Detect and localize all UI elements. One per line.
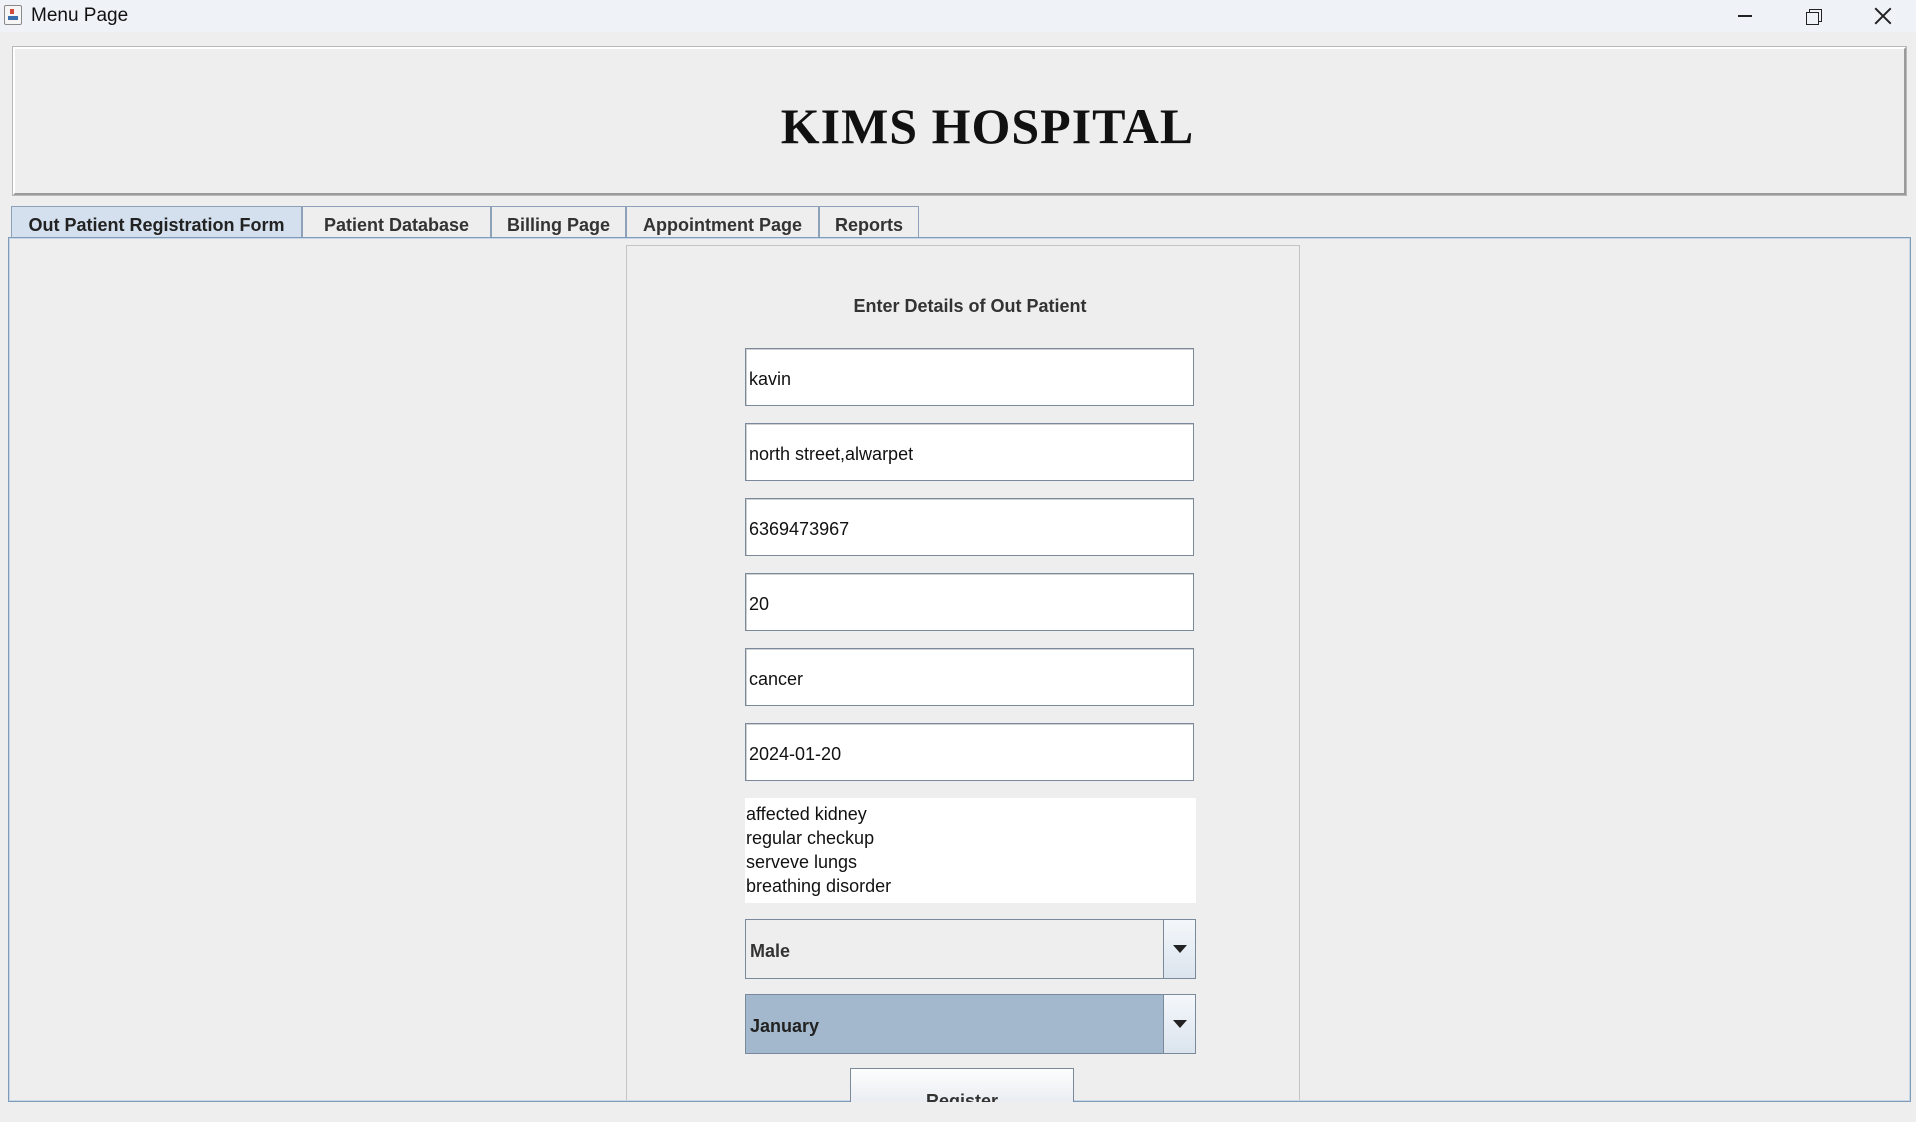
chevron-down-icon [1172,1020,1187,1028]
window-bottom-edge [0,1102,1916,1122]
chevron-down-icon [1172,945,1187,953]
gender-dropdown-button[interactable] [1164,920,1195,978]
tab-billing-page[interactable]: Billing Page [491,206,626,239]
disease-field[interactable]: cancer [745,648,1194,706]
tab-appointment-page[interactable]: Appointment Page [626,206,819,239]
minimize-icon [1738,15,1752,17]
minimize-button[interactable] [1710,0,1780,32]
gender-select-value: Male [746,920,1164,978]
list-item[interactable]: affected kidney [746,802,1196,826]
name-field[interactable]: kavin [745,348,1194,406]
age-field[interactable]: 20 [745,573,1194,631]
window-title: Menu Page [31,5,129,26]
list-item[interactable]: serveve lungs [746,850,1196,874]
address-field[interactable]: north street,alwarpet [745,423,1194,481]
registration-form-panel: Enter Details of Out Patient kavin north… [626,245,1300,1108]
close-button[interactable] [1848,0,1916,32]
month-select-value: January [746,995,1164,1053]
java-app-icon [4,5,22,25]
maximize-button[interactable] [1778,0,1848,32]
hospital-title: KIMS HOSPITAL [780,98,1195,154]
restore-icon [1806,9,1822,25]
close-icon [1874,7,1892,25]
header-panel: KIMS HOSPITAL [12,46,1907,196]
list-item[interactable]: regular checkup [746,826,1196,850]
tab-reports[interactable]: Reports [819,206,919,239]
date-field[interactable]: 2024-01-20 [745,723,1194,781]
symptoms-listbox[interactable]: affected kidney regular checkup serveve … [745,798,1196,903]
list-item[interactable]: breathing disorder [746,874,1196,898]
form-heading: Enter Details of Out Patient [853,296,1087,316]
tab-patient-database[interactable]: Patient Database [302,206,491,239]
month-dropdown-button[interactable] [1164,995,1195,1053]
window-titlebar: Menu Page [0,0,1916,32]
tab-out-patient-registration[interactable]: Out Patient Registration Form [11,206,302,239]
phone-field[interactable]: 6369473967 [745,498,1194,556]
gender-select[interactable]: Male [745,919,1196,979]
month-select[interactable]: January [745,994,1196,1054]
